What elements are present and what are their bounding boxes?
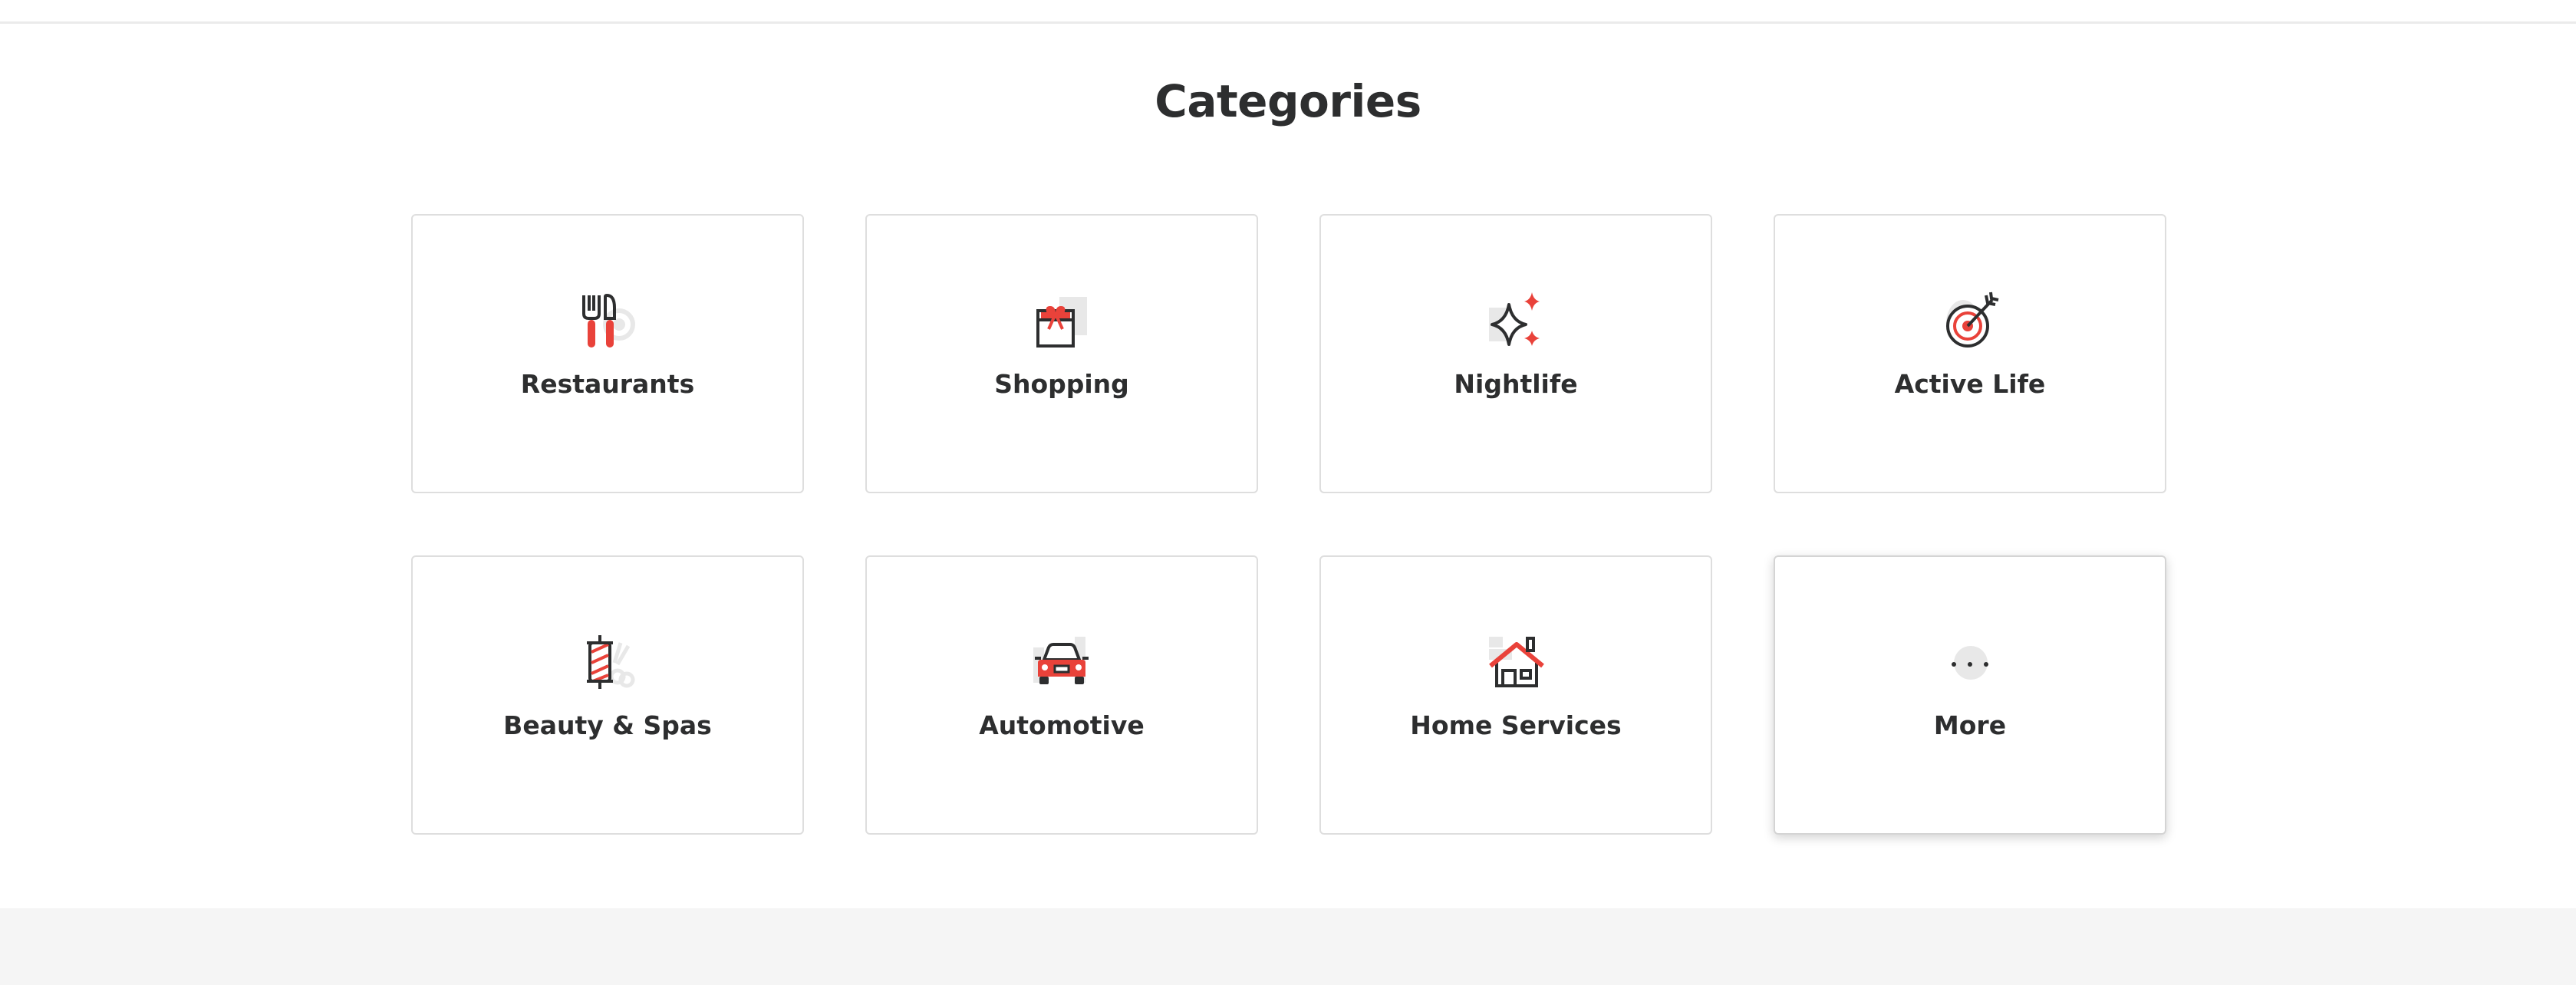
more-dots-icon (1952, 646, 1988, 680)
category-label: More (1933, 710, 2007, 740)
barber-pole-icon (587, 635, 635, 689)
footer-band (0, 908, 2576, 985)
category-card-home-services[interactable]: Home Services (1319, 555, 1712, 835)
category-card-active-life[interactable]: Active Life (1774, 214, 2166, 493)
category-card-beauty-spas[interactable]: Beauty & Spas (411, 555, 804, 835)
category-label: Home Services (1410, 710, 1622, 740)
category-card-restaurants[interactable]: Restaurants (411, 214, 804, 493)
categories-grid: Restaurants Shopping Nightlife Active Li… (411, 214, 2168, 835)
category-card-nightlife[interactable]: Nightlife (1319, 214, 1712, 493)
category-card-automotive[interactable]: Automotive (865, 555, 1258, 835)
section-title: Categories (1155, 75, 1421, 127)
category-label: Restaurants (520, 369, 695, 399)
car-icon (1033, 637, 1089, 684)
category-card-shopping[interactable]: Shopping (865, 214, 1258, 493)
gift-bag-icon (1036, 297, 1087, 348)
fork-knife-icon (582, 293, 635, 348)
category-card-more[interactable]: More (1774, 555, 2166, 835)
house-icon (1489, 637, 1544, 687)
category-label: Shopping (994, 369, 1129, 399)
target-icon (1946, 292, 1999, 348)
category-label: Beauty & Spas (503, 710, 712, 740)
category-label: Automotive (979, 710, 1145, 740)
category-label: Nightlife (1454, 369, 1578, 399)
sparkle-icon (1489, 292, 1540, 346)
category-label: Active Life (1894, 369, 2046, 399)
